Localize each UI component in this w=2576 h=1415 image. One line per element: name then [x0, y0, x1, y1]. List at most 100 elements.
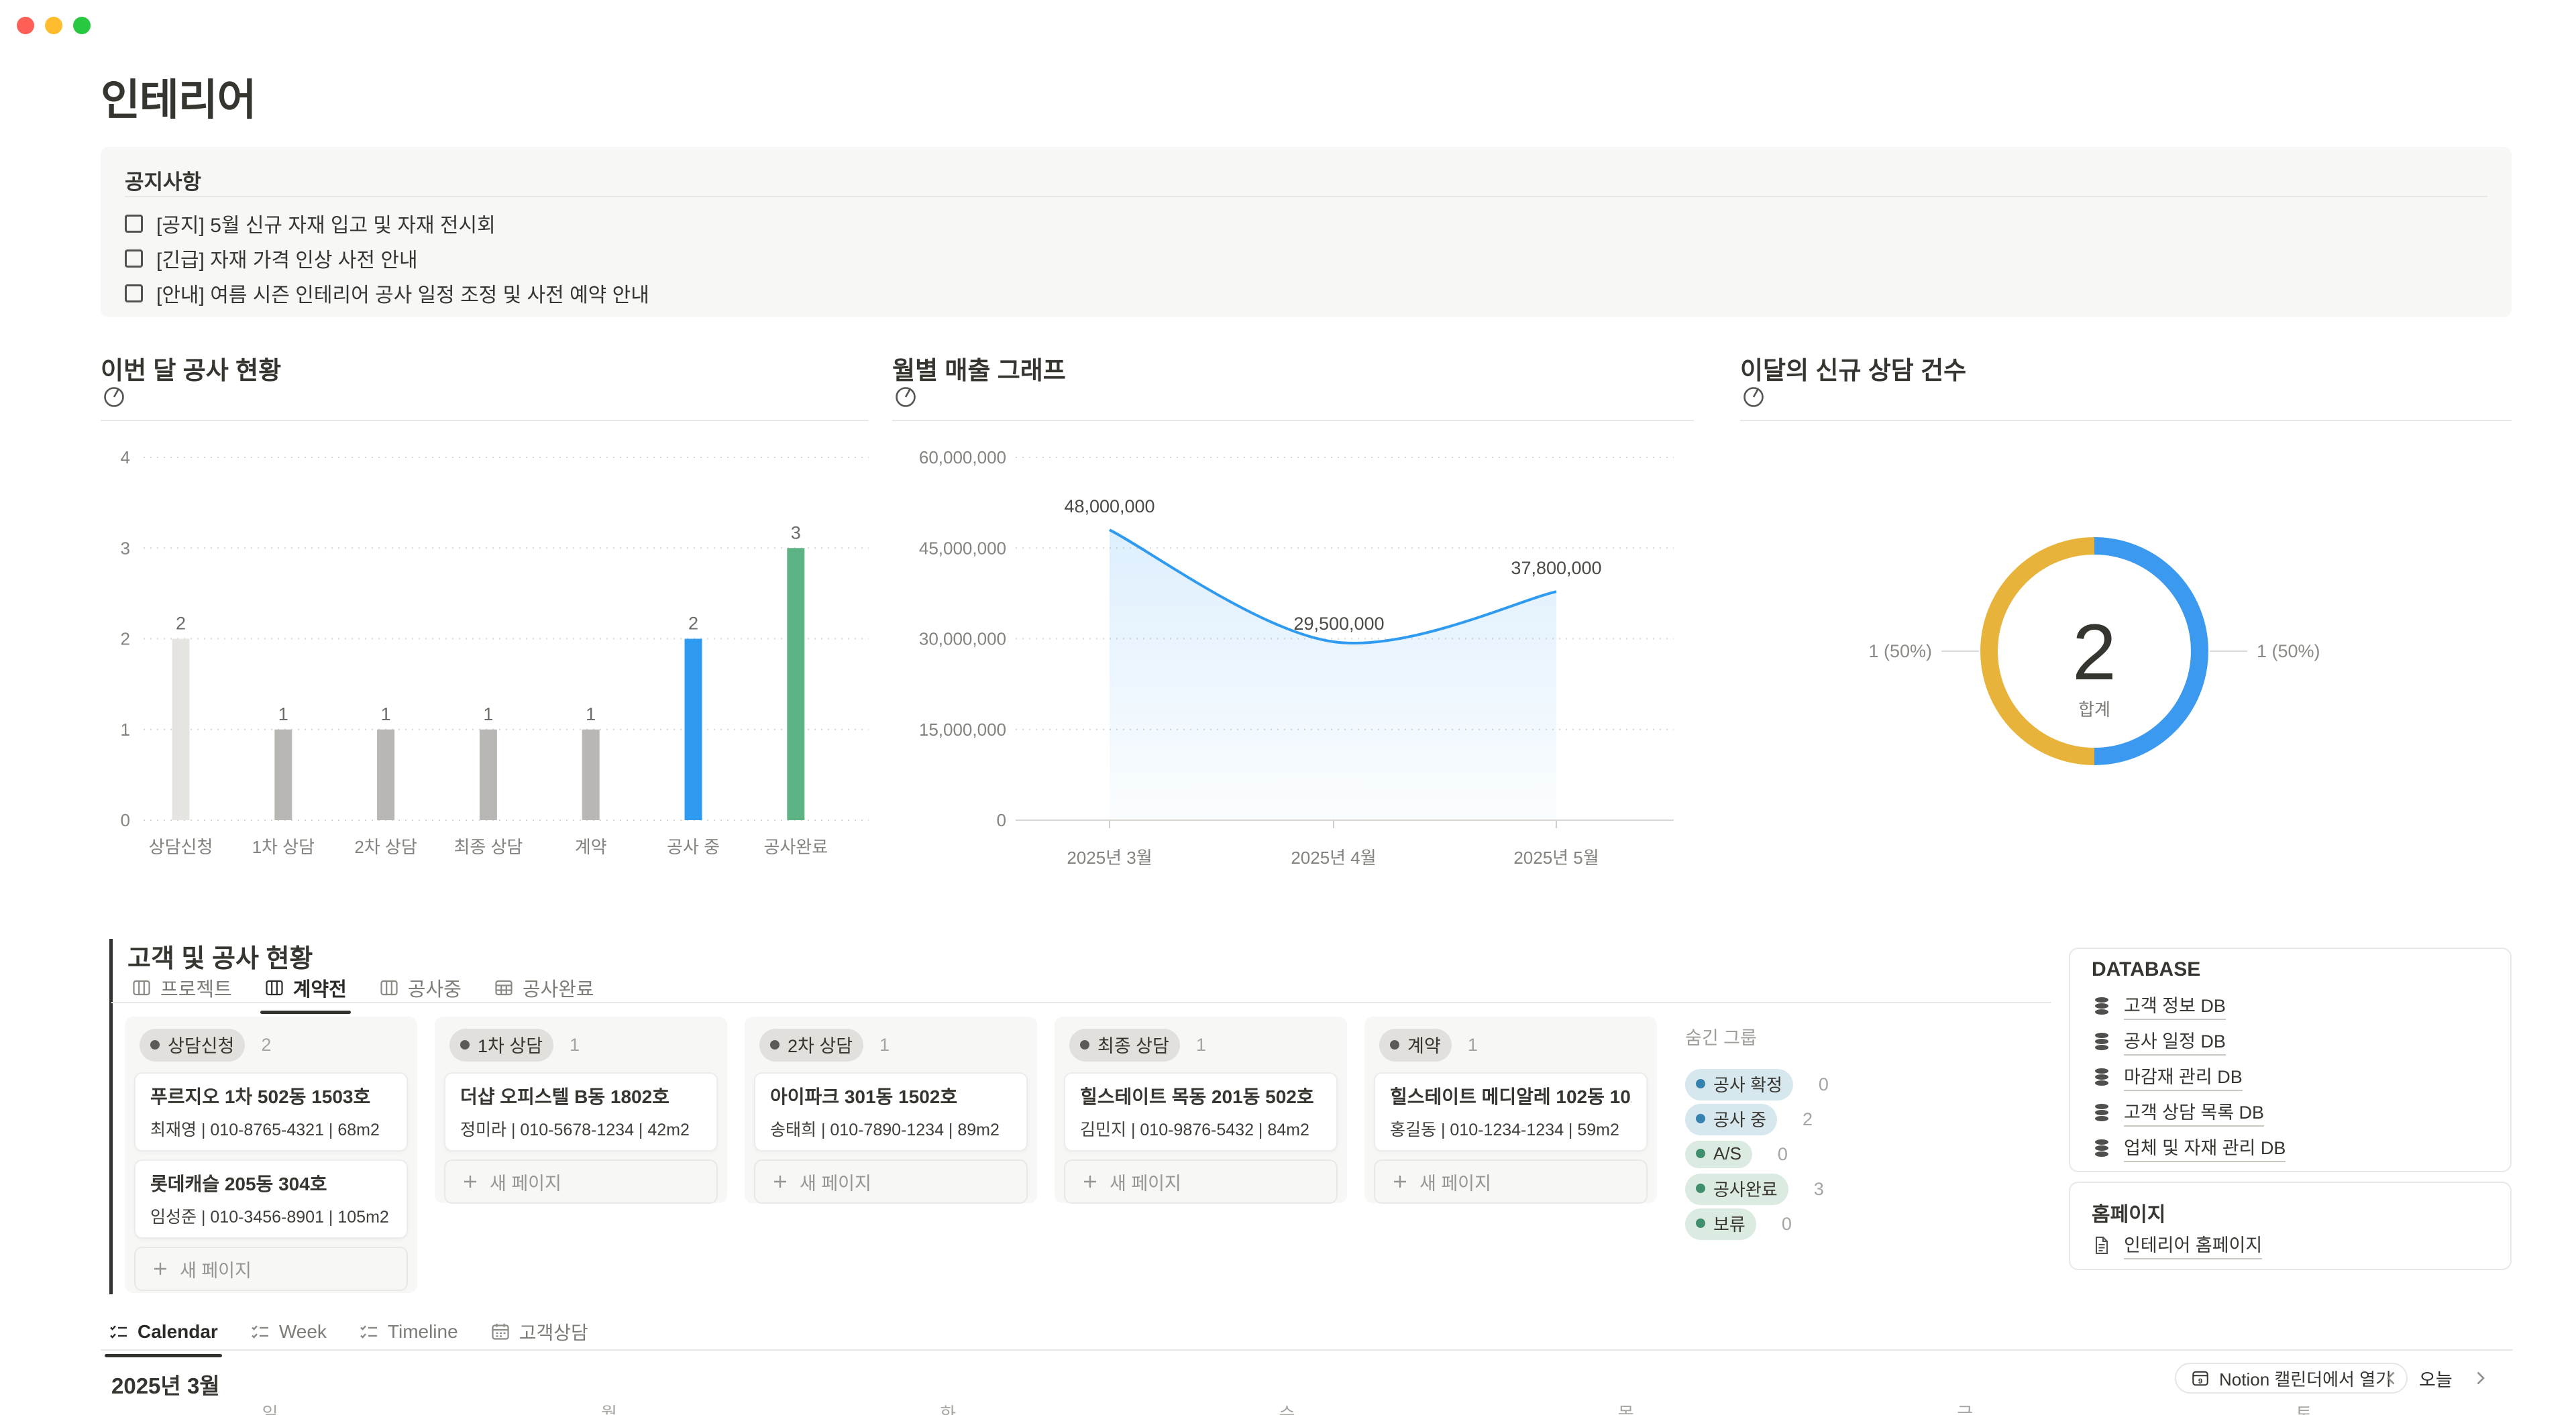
column-count: 1 — [570, 1035, 580, 1056]
todo-checkbox[interactable] — [125, 284, 143, 302]
database-link[interactable]: 공사 일정 DB — [2124, 1027, 2226, 1056]
database-link-row: 인테리어 홈페이지 — [2092, 1227, 2497, 1263]
status-dot-icon — [1390, 1040, 1399, 1050]
todo-checkbox[interactable] — [125, 249, 143, 268]
page-icon — [2092, 1235, 2112, 1255]
database-link[interactable]: 업체 및 자재 관리 DB — [2124, 1133, 2286, 1162]
svg-text:최종 상담: 최종 상담 — [453, 837, 523, 857]
pie-chart-icon — [102, 385, 126, 409]
new-page-button[interactable]: 새 페이지 — [1064, 1159, 1338, 1204]
board-tab-4[interactable]: 공사완료 — [494, 974, 594, 1011]
status-dot-icon — [1696, 1149, 1705, 1158]
bar-chart: 012342상담신청11차 상담12차 상담1최종 상담1계약2공사 중3공사완… — [101, 429, 869, 885]
today-button[interactable]: 오늘 — [2419, 1365, 2453, 1392]
line-chart: 015,000,00030,000,00045,000,00060,000,00… — [892, 429, 1694, 885]
donut-chart: 1 (50%)1 (50%)2합계 — [1740, 429, 2512, 872]
column-status-pill[interactable]: 상담신청 — [140, 1029, 245, 1062]
database-link[interactable]: 고객 상담 목록 DB — [2124, 1098, 2264, 1127]
board-card[interactable]: 힐스테이트 메디알레 102동 102호 홍길동 | 010-1234-1234… — [1374, 1072, 1648, 1151]
board-card[interactable]: 힐스테이트 목동 201동 502호 김민지 | 010-9876-5432 |… — [1064, 1072, 1338, 1151]
hidden-group-pill[interactable]: 공사 확정 — [1685, 1069, 1793, 1100]
svg-text:공사 중: 공사 중 — [667, 837, 720, 857]
status-dot-icon — [770, 1040, 780, 1050]
window-controls — [17, 17, 91, 34]
hidden-group-row: 공사 확정 0 — [1685, 1067, 1829, 1102]
svg-text:2차 상담: 2차 상담 — [354, 837, 417, 857]
monthly-revenue-widget: 월별 매출 그래프 015,000,00030,000,00045,000,00… — [892, 342, 1694, 885]
board-tab-1[interactable]: 프로젝트 — [131, 974, 232, 1011]
card-subtitle: 임성준 | 010-3456-8901 | 105m2 — [150, 1204, 389, 1228]
new-page-button[interactable]: 새 페이지 — [754, 1159, 1028, 1204]
svg-text:0: 0 — [121, 810, 130, 830]
column-status-pill[interactable]: 계약 — [1379, 1029, 1452, 1062]
chevron-right-icon[interactable] — [2471, 1369, 2489, 1387]
board-card[interactable]: 푸르지오 1차 502동 1503호 최재영 | 010-8765-4321 |… — [134, 1072, 408, 1151]
status-dot-icon — [1696, 1114, 1705, 1123]
calendar-view-icon — [490, 1322, 511, 1342]
hidden-group-count: 0 — [1778, 1144, 1788, 1165]
weekday-label: 수 — [1118, 1400, 1456, 1415]
board-card[interactable]: 롯데캐슬 205동 304호 임성준 | 010-3456-8901 | 105… — [134, 1159, 408, 1239]
notice-callout: 공지사항 [공지] 5월 신규 자재 입고 및 자재 전시회 [긴급] 자재 가… — [101, 147, 2512, 317]
svg-text:4: 4 — [121, 447, 130, 467]
plus-icon — [1081, 1173, 1099, 1190]
svg-text:45,000,000: 45,000,000 — [919, 538, 1006, 558]
board-card[interactable]: 아이파크 301동 1502호 송태희 | 010-7890-1234 | 89… — [754, 1072, 1028, 1151]
column-status-pill[interactable]: 최종 상담 — [1069, 1029, 1180, 1062]
new-page-button[interactable]: 새 페이지 — [444, 1159, 718, 1204]
database-link[interactable]: 고객 정보 DB — [2124, 991, 2226, 1020]
plus-icon — [152, 1260, 169, 1278]
traffic-light-minimize[interactable] — [45, 17, 62, 34]
svg-text:1차 상담: 1차 상담 — [252, 837, 315, 857]
divider — [1740, 420, 2512, 421]
svg-text:3: 3 — [791, 522, 801, 543]
svg-text:2: 2 — [121, 629, 130, 649]
database-link-row: 마감재 관리 DB — [2092, 1059, 2497, 1094]
calendar-navigation: 오늘 — [2383, 1363, 2489, 1394]
column-status-pill[interactable]: 1차 상담 — [449, 1029, 553, 1062]
column-header: 1차 상담 1 — [444, 1025, 718, 1072]
traffic-light-close[interactable] — [17, 17, 34, 34]
hidden-group-pill[interactable]: 공사 중 — [1685, 1104, 1777, 1135]
svg-text:2025년 4월: 2025년 4월 — [1291, 848, 1376, 868]
open-in-notion-calendar-button[interactable]: 9 Notion 캘린더에서 열기 — [2175, 1363, 2408, 1394]
divider — [892, 420, 1694, 421]
chart-title: 월별 매출 그래프 — [892, 350, 1066, 386]
column-header: 최종 상담 1 — [1064, 1025, 1338, 1072]
chevron-left-icon[interactable] — [2383, 1369, 2400, 1387]
hidden-groups-title: 숨긴 그룹 — [1685, 1023, 1829, 1050]
homepage-panel-title: 홈페이지 — [2092, 1198, 2165, 1227]
database-icon — [2092, 1102, 2112, 1123]
svg-text:2: 2 — [2072, 608, 2116, 697]
todo-checkbox[interactable] — [125, 215, 143, 233]
board-view-icon — [379, 978, 399, 998]
notice-title: 공지사항 — [125, 165, 201, 195]
hidden-group-pill[interactable]: 공사완료 — [1685, 1174, 1788, 1205]
hidden-group-pill[interactable]: A/S — [1685, 1141, 1752, 1168]
plus-icon — [462, 1173, 479, 1190]
svg-text:0: 0 — [997, 810, 1006, 830]
hidden-group-count: 2 — [1803, 1109, 1813, 1130]
card-title: 롯데캐슬 205동 304호 — [150, 1173, 392, 1196]
svg-text:60,000,000: 60,000,000 — [919, 447, 1006, 467]
notice-item: [긴급] 자재 가격 인상 사전 안내 — [125, 241, 2487, 276]
board-tab-3[interactable]: 공사중 — [379, 974, 462, 1011]
column-count: 1 — [1468, 1035, 1478, 1056]
database-link-row: 고객 상담 목록 DB — [2092, 1094, 2497, 1130]
column-header: 상담신청 2 — [134, 1025, 408, 1072]
hidden-group-pill[interactable]: 보류 — [1685, 1208, 1756, 1240]
database-link[interactable]: 마감재 관리 DB — [2124, 1062, 2243, 1091]
database-link[interactable]: 인테리어 홈페이지 — [2124, 1231, 2262, 1259]
chart-title: 이번 달 공사 현황 — [101, 350, 281, 386]
new-page-button[interactable]: 새 페이지 — [1374, 1159, 1648, 1204]
svg-text:29,500,000: 29,500,000 — [1293, 614, 1384, 634]
card-subtitle: 최재영 | 010-8765-4321 | 68m2 — [150, 1117, 380, 1141]
board-tab-2[interactable]: 계약전 — [264, 974, 347, 1011]
board-card[interactable]: 더샵 오피스텔 B동 1802호 정미라 | 010-5678-1234 | 4… — [444, 1072, 718, 1151]
new-page-button[interactable]: 새 페이지 — [134, 1247, 408, 1291]
traffic-light-zoom[interactable] — [73, 17, 91, 34]
column-status-pill[interactable]: 2차 상담 — [759, 1029, 863, 1062]
svg-text:1 (50%): 1 (50%) — [2257, 641, 2320, 661]
table-view-icon — [494, 978, 514, 998]
weekday-label: 일 — [101, 1400, 439, 1415]
